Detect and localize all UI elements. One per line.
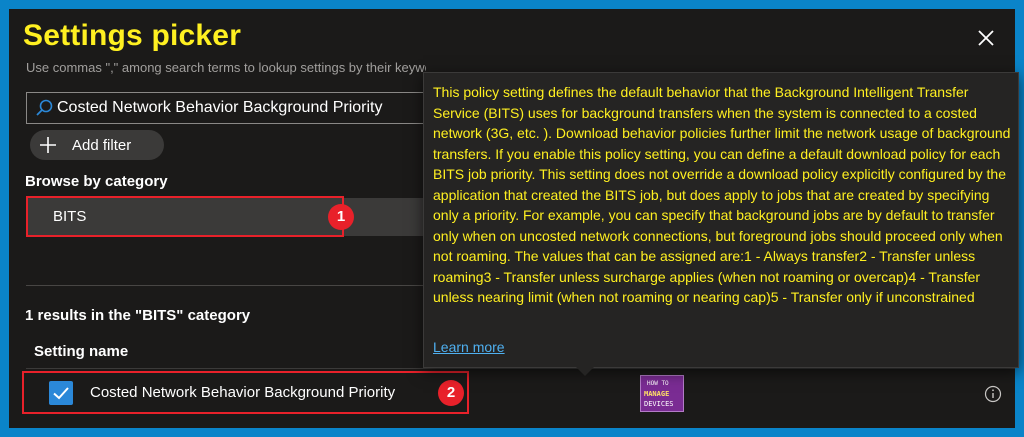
column-header-setting-name: Setting name: [34, 343, 129, 360]
step-badge-2: 2: [438, 380, 464, 406]
tooltip-arrow: [576, 367, 594, 376]
section-divider: [26, 285, 426, 286]
close-icon: [978, 30, 994, 46]
info-icon[interactable]: [984, 385, 1002, 403]
row-highlight-box: [22, 371, 469, 414]
add-filter-button[interactable]: Add filter: [30, 130, 164, 160]
header-divider: [26, 368, 1015, 369]
setting-description-tooltip: This policy setting defines the default …: [423, 72, 1019, 368]
step-badge-1: 1: [328, 204, 354, 230]
search-icon: [36, 99, 53, 116]
dialog-subtitle: Use commas "," among search terms to loo…: [26, 60, 426, 75]
browse-by-category-label: Browse by category: [25, 173, 168, 190]
settings-picker-dialog: Settings picker Use commas "," among sea…: [9, 9, 1019, 428]
results-summary: 1 results in the "BITS" category: [25, 307, 251, 324]
tooltip-description: This policy setting defines the default …: [433, 84, 1011, 305]
add-filter-label: Add filter: [72, 136, 132, 154]
plus-icon: [40, 137, 56, 153]
category-highlight-box: [26, 196, 344, 237]
search-box[interactable]: [26, 92, 446, 124]
learn-more-link[interactable]: Learn more: [433, 339, 505, 355]
close-button[interactable]: [975, 27, 997, 49]
dialog-title: Settings picker: [23, 19, 242, 52]
watermark-logo: HOW TO MANAGE DEVICES: [640, 375, 684, 412]
search-input[interactable]: [57, 99, 437, 117]
